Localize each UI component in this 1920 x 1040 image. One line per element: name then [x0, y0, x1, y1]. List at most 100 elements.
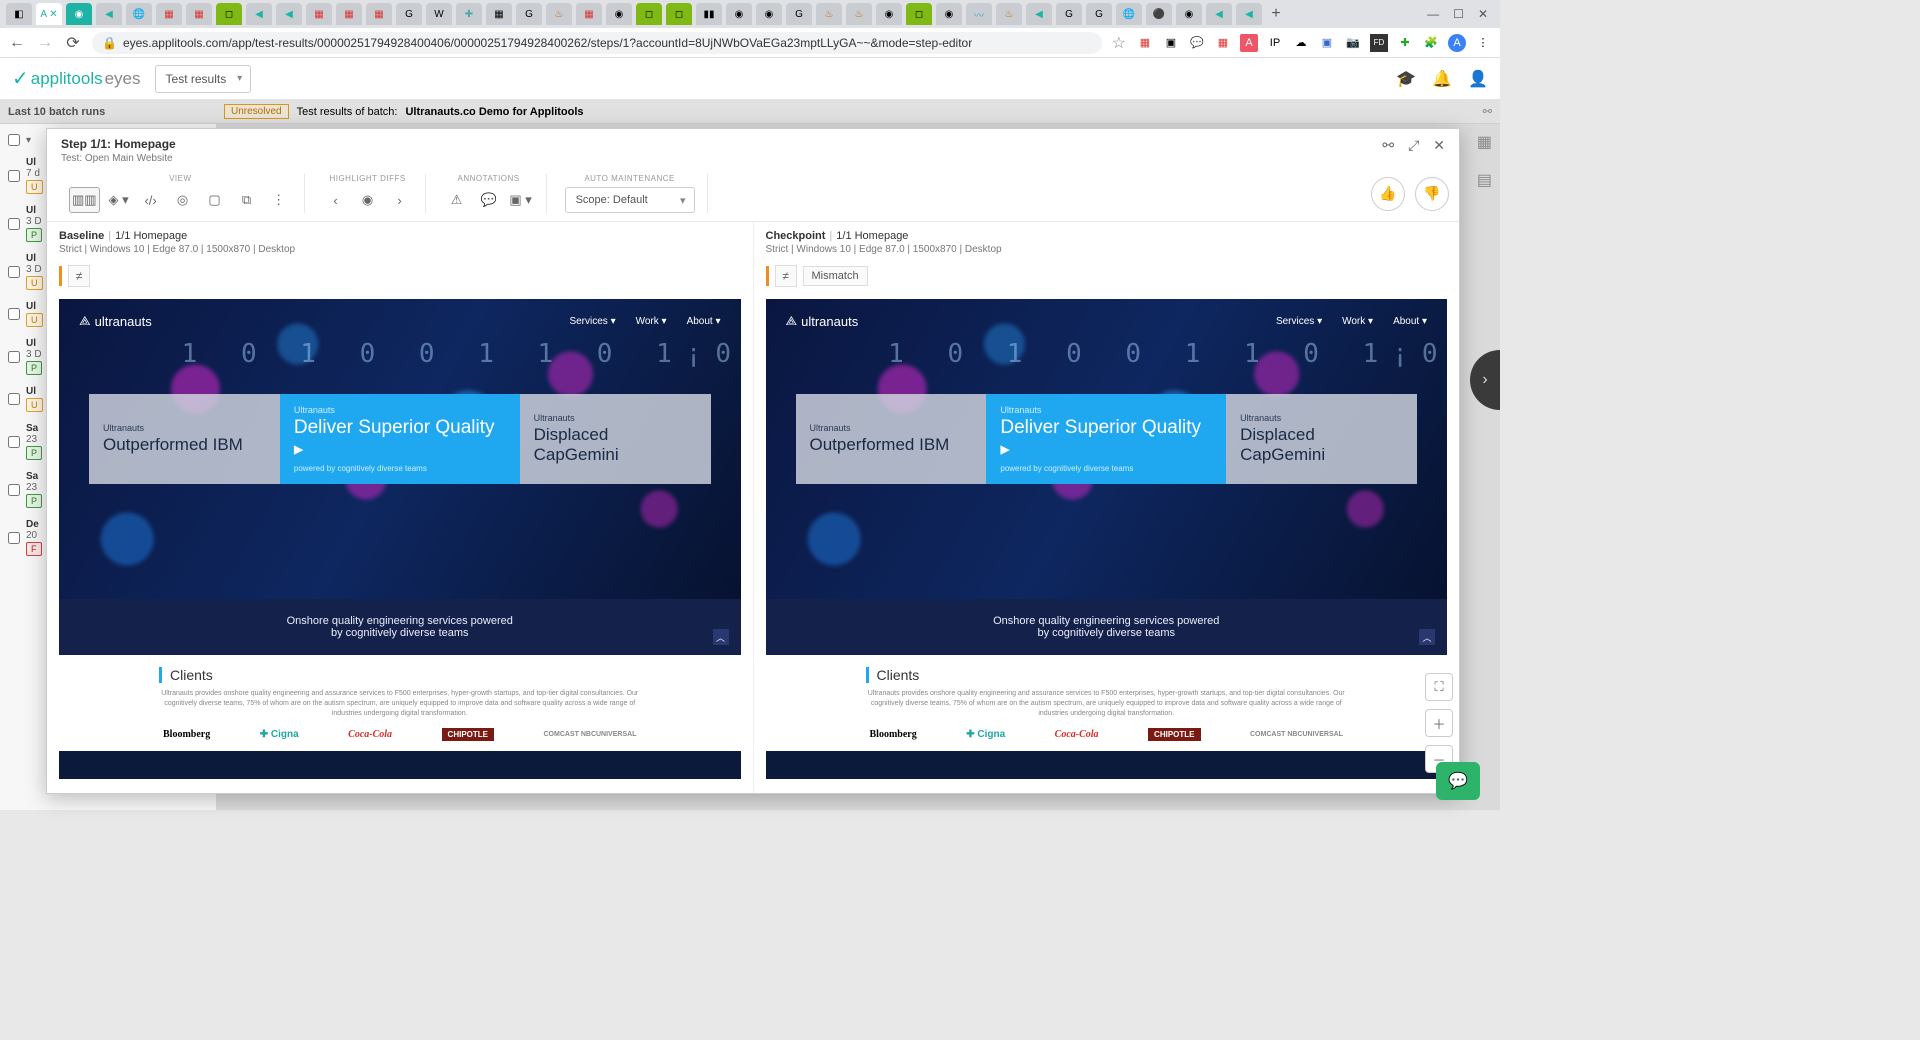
close-icon[interactable]: ✕: [1433, 137, 1445, 154]
panel-icon[interactable]: ▤: [1477, 170, 1492, 190]
tab[interactable]: ▮▮: [696, 3, 722, 25]
notifications-icon[interactable]: 🔔: [1432, 69, 1452, 89]
tab[interactable]: W: [426, 3, 452, 25]
tab[interactable]: ◉: [66, 3, 92, 25]
tab[interactable]: ▦: [576, 3, 602, 25]
applitools-logo[interactable]: ✓ applitoolseyes: [12, 66, 141, 91]
tab[interactable]: G: [1086, 3, 1112, 25]
share-icon[interactable]: ⚯: [1382, 137, 1394, 154]
tab[interactable]: ◀: [1236, 3, 1262, 25]
tab[interactable]: G: [516, 3, 542, 25]
baseline-screenshot[interactable]: ⟁ ultranauts Services ▾ Work ▾ About ▾ U…: [59, 299, 741, 779]
remark-icon[interactable]: 💬: [476, 187, 502, 213]
tab[interactable]: ♨: [816, 3, 842, 25]
target-icon[interactable]: ◎: [170, 187, 196, 213]
window-minimize[interactable]: —: [1427, 7, 1439, 21]
tab[interactable]: ◻: [216, 3, 242, 25]
tab[interactable]: ◻: [636, 3, 662, 25]
tab[interactable]: ◀: [1206, 3, 1232, 25]
ext-icon[interactable]: ▦: [1214, 34, 1232, 52]
chat-widget[interactable]: 💬: [1436, 762, 1480, 800]
ext-icon[interactable]: ✚: [1396, 34, 1414, 52]
tab[interactable]: ▦: [306, 3, 332, 25]
ext-icon[interactable]: IP: [1266, 34, 1284, 52]
browser-menu-icon[interactable]: ⋮: [1474, 34, 1492, 52]
tab[interactable]: ◉: [606, 3, 632, 25]
thumbs-up-button[interactable]: 👍: [1371, 177, 1405, 211]
nav-back-icon[interactable]: ←: [8, 34, 26, 52]
tab[interactable]: ◉: [936, 3, 962, 25]
thumbs-down-button[interactable]: 👎: [1415, 177, 1449, 211]
fit-icon[interactable]: ⛶: [1425, 673, 1453, 701]
tab[interactable]: ◉: [726, 3, 752, 25]
tab[interactable]: ⚫: [1146, 3, 1172, 25]
user-settings-icon[interactable]: 👤: [1468, 69, 1488, 89]
ext-icon[interactable]: ☁: [1292, 34, 1310, 52]
crop-icon[interactable]: ▢: [202, 187, 228, 213]
tab[interactable]: 🌐: [126, 3, 152, 25]
bookmark-star-icon[interactable]: ☆: [1112, 33, 1126, 53]
tab[interactable]: ◻: [666, 3, 692, 25]
tab[interactable]: ◉: [756, 3, 782, 25]
test-results-dropdown[interactable]: Test results: [155, 65, 252, 93]
extensions-icon[interactable]: 🧩: [1422, 34, 1440, 52]
tab[interactable]: ◉: [876, 3, 902, 25]
prev-diff-icon[interactable]: ‹: [323, 187, 349, 213]
tab[interactable]: ▦: [486, 3, 512, 25]
tab[interactable]: ♨: [846, 3, 872, 25]
zoom-in-icon[interactable]: ＋: [1425, 709, 1453, 737]
profile-avatar[interactable]: A: [1448, 34, 1466, 52]
tab[interactable]: G: [786, 3, 812, 25]
view-sidebyside-button[interactable]: ▥▥: [69, 187, 100, 213]
ext-icon[interactable]: ▣: [1162, 34, 1180, 52]
tab[interactable]: ▦: [186, 3, 212, 25]
tab[interactable]: ◀: [96, 3, 122, 25]
tab[interactable]: ◀: [1026, 3, 1052, 25]
ext-icon[interactable]: A: [1240, 34, 1258, 52]
tab[interactable]: G: [1056, 3, 1082, 25]
url-field[interactable]: 🔒 eyes.applitools.com/app/test-results/0…: [92, 32, 1102, 54]
panel-icon[interactable]: ▦: [1477, 132, 1492, 152]
fullscreen-icon[interactable]: ⤢: [1408, 137, 1419, 154]
tab[interactable]: ◉: [1176, 3, 1202, 25]
nav-reload-icon[interactable]: ⟳: [64, 34, 82, 52]
new-tab-button[interactable]: +: [1266, 4, 1286, 24]
ext-icon[interactable]: ▣: [1318, 34, 1336, 52]
tab[interactable]: ▦: [366, 3, 392, 25]
tab[interactable]: ◧: [6, 3, 32, 25]
radar-icon[interactable]: ◉: [355, 187, 381, 213]
region-icon[interactable]: ▣ ▾: [508, 187, 534, 213]
tab[interactable]: ◻: [906, 3, 932, 25]
tab[interactable]: 🌐: [1116, 3, 1142, 25]
tab[interactable]: 〰: [966, 3, 992, 25]
ext-icon[interactable]: ▦: [1136, 34, 1154, 52]
tab[interactable]: ◀: [246, 3, 272, 25]
scope-dropdown[interactable]: Scope: Default: [565, 187, 695, 213]
tab[interactable]: ▦: [336, 3, 362, 25]
education-icon[interactable]: 🎓: [1396, 69, 1416, 89]
diff-icon[interactable]: ≠: [775, 265, 797, 287]
next-step-arrow[interactable]: ›: [1470, 350, 1500, 410]
ext-icon[interactable]: 📷: [1344, 34, 1362, 52]
issue-icon[interactable]: ⚠: [444, 187, 470, 213]
more-icon[interactable]: ⋮: [266, 187, 292, 213]
tab[interactable]: ✚: [456, 3, 482, 25]
checkpoint-screenshot[interactable]: ⟁ ultranauts Services ▾Work ▾About ▾ Ult…: [766, 299, 1448, 779]
layers-icon[interactable]: ◈ ▾: [106, 187, 132, 213]
copy-icon[interactable]: ⧉: [234, 187, 260, 213]
nav-forward-icon[interactable]: →: [36, 34, 54, 52]
tab-active[interactable]: A ✕: [36, 3, 62, 25]
window-close[interactable]: ✕: [1478, 7, 1488, 21]
tab[interactable]: ♨: [546, 3, 572, 25]
tab[interactable]: G: [396, 3, 422, 25]
tab[interactable]: ◀: [276, 3, 302, 25]
diff-icon[interactable]: ≠: [68, 265, 90, 287]
window-maximize[interactable]: ☐: [1453, 7, 1464, 21]
share-icon[interactable]: ⚯: [1483, 105, 1492, 118]
code-icon[interactable]: ‹/›: [138, 187, 164, 213]
tab[interactable]: ♨: [996, 3, 1022, 25]
next-diff-icon[interactable]: ›: [387, 187, 413, 213]
tab[interactable]: ▦: [156, 3, 182, 25]
ext-icon[interactable]: 💬: [1188, 34, 1206, 52]
ext-icon[interactable]: FD: [1370, 34, 1388, 52]
